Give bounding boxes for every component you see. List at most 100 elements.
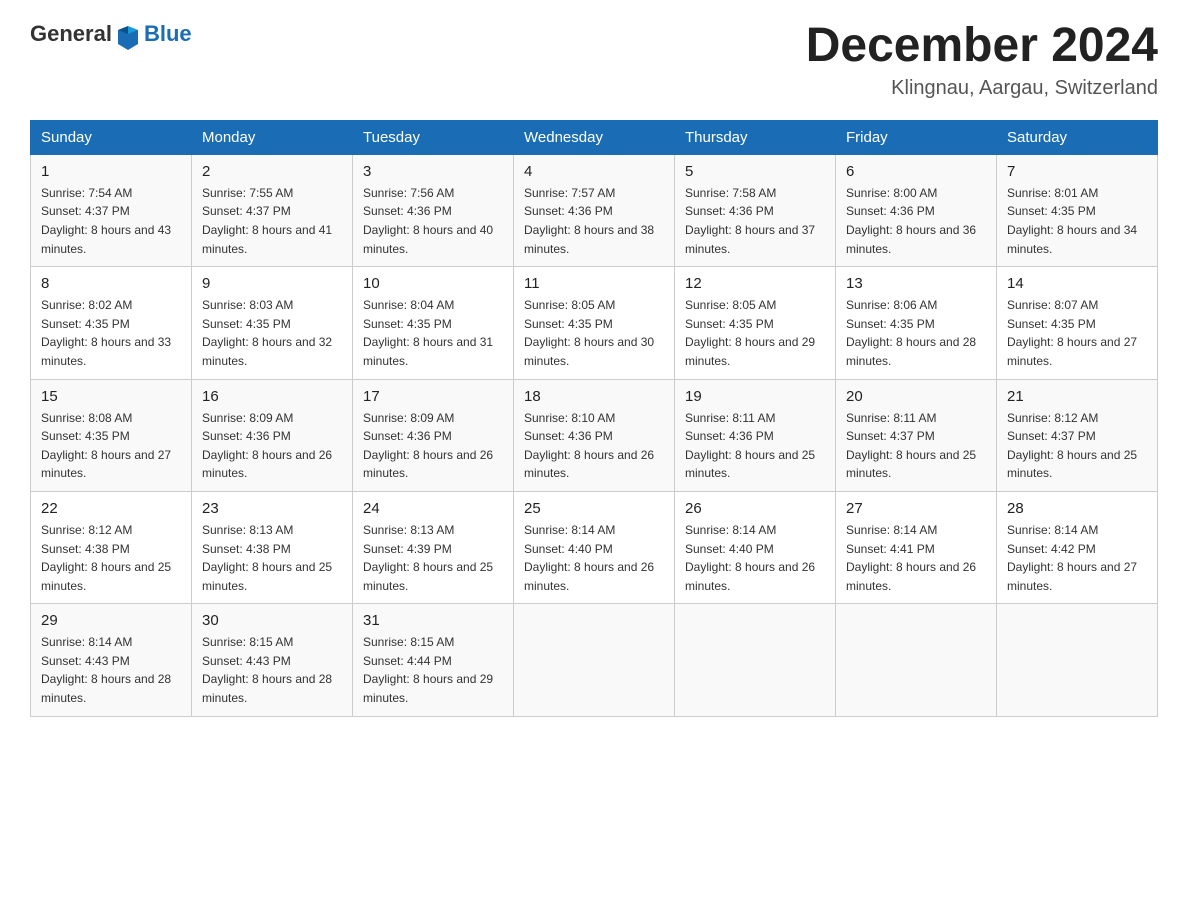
day-number: 26	[685, 500, 825, 517]
day-info: Sunrise: 7:54 AMSunset: 4:37 PMDaylight:…	[41, 186, 171, 256]
calendar-day: 19 Sunrise: 8:11 AMSunset: 4:36 PMDaylig…	[675, 379, 836, 491]
calendar-day: 17 Sunrise: 8:09 AMSunset: 4:36 PMDaylig…	[353, 379, 514, 491]
day-info: Sunrise: 8:12 AMSunset: 4:37 PMDaylight:…	[1007, 411, 1137, 481]
logo-icon	[114, 22, 142, 50]
day-info: Sunrise: 8:11 AMSunset: 4:37 PMDaylight:…	[846, 411, 976, 481]
day-number: 7	[1007, 163, 1147, 180]
calendar-day: 30 Sunrise: 8:15 AMSunset: 4:43 PMDaylig…	[192, 604, 353, 716]
calendar-day: 3 Sunrise: 7:56 AMSunset: 4:36 PMDayligh…	[353, 154, 514, 266]
day-number: 9	[202, 275, 342, 292]
day-info: Sunrise: 8:14 AMSunset: 4:40 PMDaylight:…	[685, 523, 815, 593]
calendar-day: 11 Sunrise: 8:05 AMSunset: 4:35 PMDaylig…	[514, 267, 675, 379]
day-info: Sunrise: 8:10 AMSunset: 4:36 PMDaylight:…	[524, 411, 654, 481]
day-number: 28	[1007, 500, 1147, 517]
day-info: Sunrise: 8:06 AMSunset: 4:35 PMDaylight:…	[846, 298, 976, 368]
calendar-day: 9 Sunrise: 8:03 AMSunset: 4:35 PMDayligh…	[192, 267, 353, 379]
calendar-day: 31 Sunrise: 8:15 AMSunset: 4:44 PMDaylig…	[353, 604, 514, 716]
day-info: Sunrise: 8:04 AMSunset: 4:35 PMDaylight:…	[363, 298, 493, 368]
day-number: 2	[202, 163, 342, 180]
day-number: 19	[685, 388, 825, 405]
calendar-day: 21 Sunrise: 8:12 AMSunset: 4:37 PMDaylig…	[997, 379, 1158, 491]
calendar-day: 1 Sunrise: 7:54 AMSunset: 4:37 PMDayligh…	[31, 154, 192, 266]
calendar-day: 6 Sunrise: 8:00 AMSunset: 4:36 PMDayligh…	[836, 154, 997, 266]
calendar-day: 5 Sunrise: 7:58 AMSunset: 4:36 PMDayligh…	[675, 154, 836, 266]
header-saturday: Saturday	[997, 120, 1158, 154]
day-info: Sunrise: 8:08 AMSunset: 4:35 PMDaylight:…	[41, 411, 171, 481]
calendar-day: 27 Sunrise: 8:14 AMSunset: 4:41 PMDaylig…	[836, 491, 997, 603]
calendar-day	[675, 604, 836, 716]
day-info: Sunrise: 8:07 AMSunset: 4:35 PMDaylight:…	[1007, 298, 1137, 368]
day-number: 11	[524, 275, 664, 292]
day-info: Sunrise: 7:58 AMSunset: 4:36 PMDaylight:…	[685, 186, 815, 256]
calendar-week-2: 8 Sunrise: 8:02 AMSunset: 4:35 PMDayligh…	[31, 267, 1158, 379]
header-row: SundayMondayTuesdayWednesdayThursdayFrid…	[31, 120, 1158, 154]
day-number: 23	[202, 500, 342, 517]
day-number: 16	[202, 388, 342, 405]
day-info: Sunrise: 8:05 AMSunset: 4:35 PMDaylight:…	[524, 298, 654, 368]
day-info: Sunrise: 8:01 AMSunset: 4:35 PMDaylight:…	[1007, 186, 1137, 256]
day-info: Sunrise: 8:14 AMSunset: 4:43 PMDaylight:…	[41, 635, 171, 705]
calendar-week-3: 15 Sunrise: 8:08 AMSunset: 4:35 PMDaylig…	[31, 379, 1158, 491]
calendar-day: 15 Sunrise: 8:08 AMSunset: 4:35 PMDaylig…	[31, 379, 192, 491]
day-number: 12	[685, 275, 825, 292]
day-info: Sunrise: 8:02 AMSunset: 4:35 PMDaylight:…	[41, 298, 171, 368]
day-number: 17	[363, 388, 503, 405]
header-thursday: Thursday	[675, 120, 836, 154]
logo-general-text: General	[30, 21, 112, 47]
calendar-day: 18 Sunrise: 8:10 AMSunset: 4:36 PMDaylig…	[514, 379, 675, 491]
day-number: 25	[524, 500, 664, 517]
day-number: 20	[846, 388, 986, 405]
day-number: 6	[846, 163, 986, 180]
calendar-day: 23 Sunrise: 8:13 AMSunset: 4:38 PMDaylig…	[192, 491, 353, 603]
day-number: 24	[363, 500, 503, 517]
calendar-day: 12 Sunrise: 8:05 AMSunset: 4:35 PMDaylig…	[675, 267, 836, 379]
day-number: 22	[41, 500, 181, 517]
header-tuesday: Tuesday	[353, 120, 514, 154]
day-number: 1	[41, 163, 181, 180]
day-number: 18	[524, 388, 664, 405]
calendar-day: 2 Sunrise: 7:55 AMSunset: 4:37 PMDayligh…	[192, 154, 353, 266]
page-header: General Blue December 2024 Klingnau, Aar…	[30, 20, 1158, 100]
day-info: Sunrise: 8:09 AMSunset: 4:36 PMDaylight:…	[363, 411, 493, 481]
day-info: Sunrise: 7:55 AMSunset: 4:37 PMDaylight:…	[202, 186, 332, 256]
calendar-day: 26 Sunrise: 8:14 AMSunset: 4:40 PMDaylig…	[675, 491, 836, 603]
day-info: Sunrise: 8:03 AMSunset: 4:35 PMDaylight:…	[202, 298, 332, 368]
calendar-day: 16 Sunrise: 8:09 AMSunset: 4:36 PMDaylig…	[192, 379, 353, 491]
day-info: Sunrise: 7:57 AMSunset: 4:36 PMDaylight:…	[524, 186, 654, 256]
calendar-header: SundayMondayTuesdayWednesdayThursdayFrid…	[31, 120, 1158, 154]
calendar-day: 13 Sunrise: 8:06 AMSunset: 4:35 PMDaylig…	[836, 267, 997, 379]
calendar-day	[836, 604, 997, 716]
calendar-day: 8 Sunrise: 8:02 AMSunset: 4:35 PMDayligh…	[31, 267, 192, 379]
day-number: 5	[685, 163, 825, 180]
calendar-table: SundayMondayTuesdayWednesdayThursdayFrid…	[30, 120, 1158, 717]
day-number: 10	[363, 275, 503, 292]
calendar-day: 22 Sunrise: 8:12 AMSunset: 4:38 PMDaylig…	[31, 491, 192, 603]
day-number: 4	[524, 163, 664, 180]
calendar-day	[514, 604, 675, 716]
calendar-day: 4 Sunrise: 7:57 AMSunset: 4:36 PMDayligh…	[514, 154, 675, 266]
header-friday: Friday	[836, 120, 997, 154]
location-subtitle: Klingnau, Aargau, Switzerland	[806, 77, 1158, 100]
day-number: 27	[846, 500, 986, 517]
day-info: Sunrise: 8:14 AMSunset: 4:41 PMDaylight:…	[846, 523, 976, 593]
calendar-day	[997, 604, 1158, 716]
day-number: 15	[41, 388, 181, 405]
day-info: Sunrise: 8:15 AMSunset: 4:44 PMDaylight:…	[363, 635, 493, 705]
day-number: 30	[202, 612, 342, 629]
calendar-week-4: 22 Sunrise: 8:12 AMSunset: 4:38 PMDaylig…	[31, 491, 1158, 603]
calendar-week-1: 1 Sunrise: 7:54 AMSunset: 4:37 PMDayligh…	[31, 154, 1158, 266]
day-info: Sunrise: 8:13 AMSunset: 4:38 PMDaylight:…	[202, 523, 332, 593]
calendar-day: 10 Sunrise: 8:04 AMSunset: 4:35 PMDaylig…	[353, 267, 514, 379]
day-number: 31	[363, 612, 503, 629]
day-number: 21	[1007, 388, 1147, 405]
month-title: December 2024	[806, 20, 1158, 73]
day-info: Sunrise: 8:15 AMSunset: 4:43 PMDaylight:…	[202, 635, 332, 705]
calendar-day: 25 Sunrise: 8:14 AMSunset: 4:40 PMDaylig…	[514, 491, 675, 603]
calendar-day: 7 Sunrise: 8:01 AMSunset: 4:35 PMDayligh…	[997, 154, 1158, 266]
day-number: 8	[41, 275, 181, 292]
day-number: 3	[363, 163, 503, 180]
day-info: Sunrise: 8:09 AMSunset: 4:36 PMDaylight:…	[202, 411, 332, 481]
calendar-day: 20 Sunrise: 8:11 AMSunset: 4:37 PMDaylig…	[836, 379, 997, 491]
calendar-day: 28 Sunrise: 8:14 AMSunset: 4:42 PMDaylig…	[997, 491, 1158, 603]
day-info: Sunrise: 8:14 AMSunset: 4:42 PMDaylight:…	[1007, 523, 1137, 593]
